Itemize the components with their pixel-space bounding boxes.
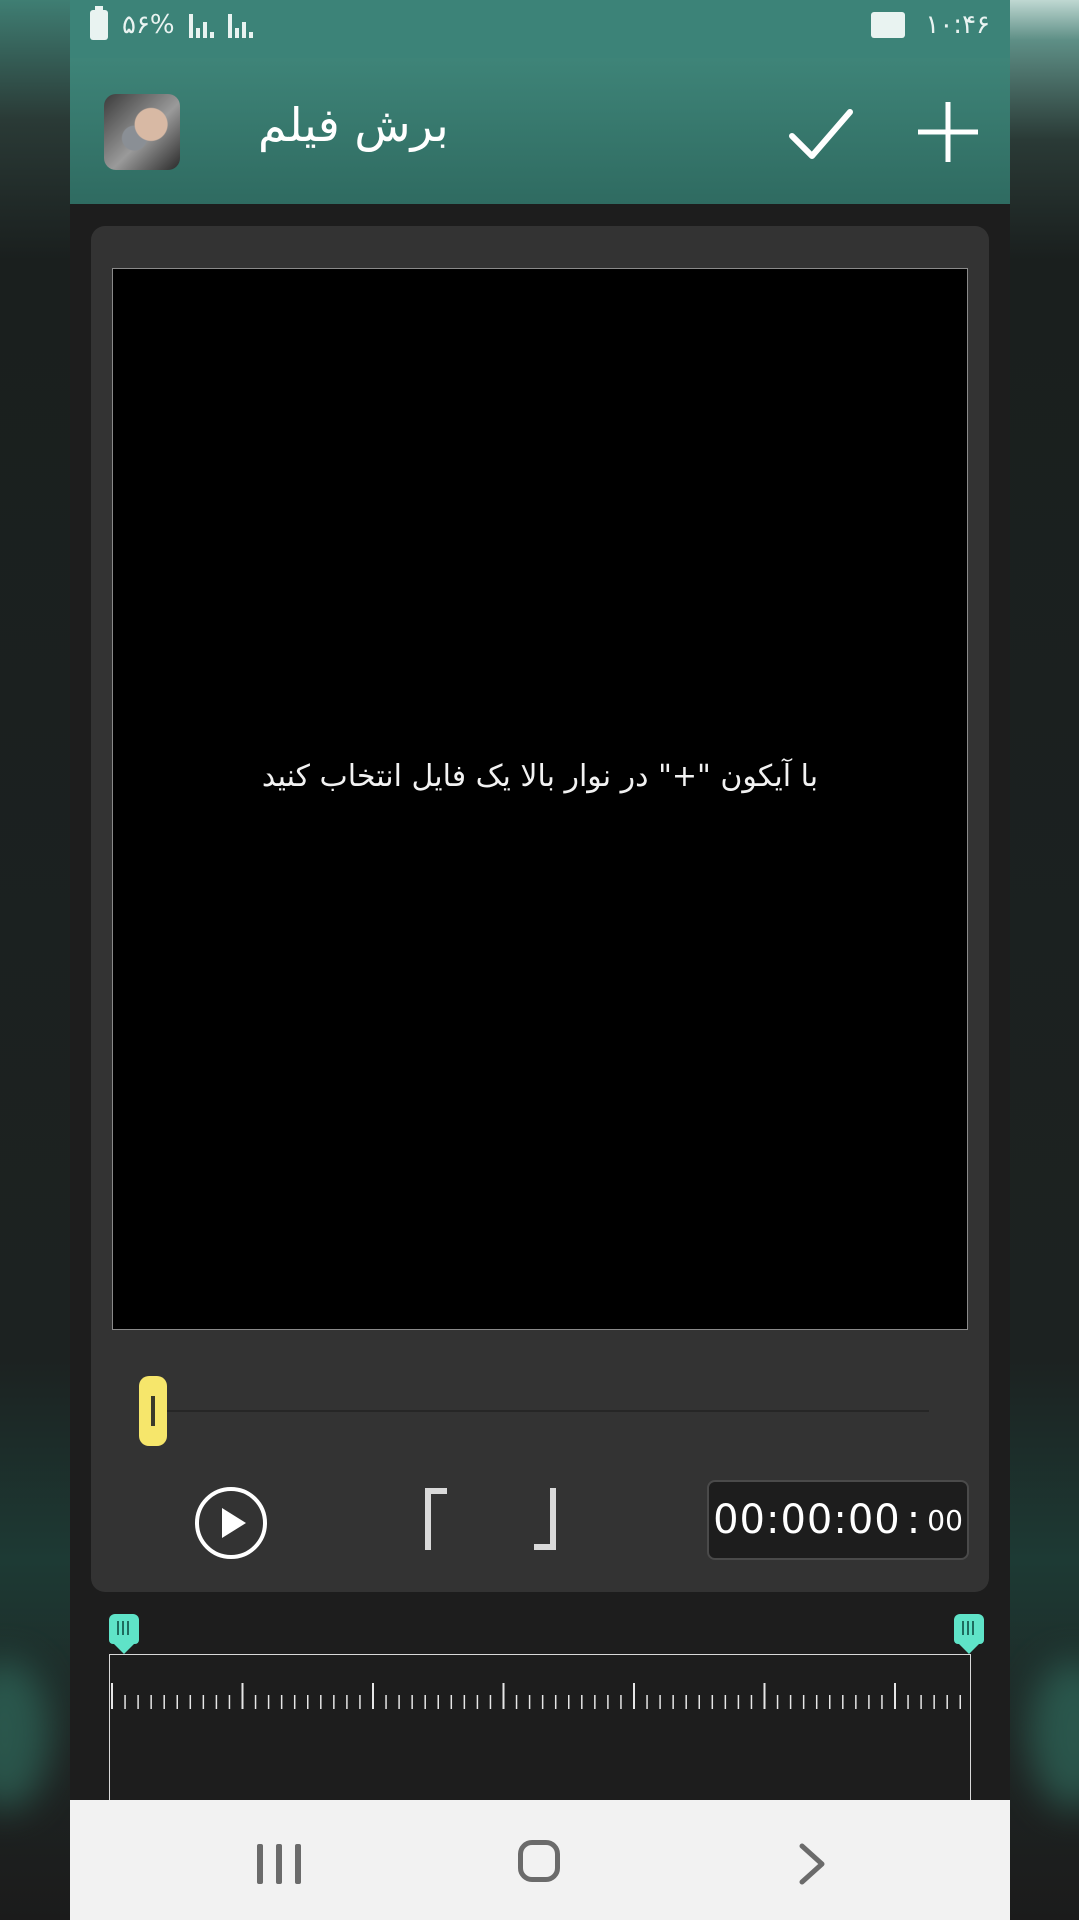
signal-icon	[227, 12, 253, 38]
check-icon	[789, 109, 853, 159]
timecode-display: 00:00:00 : 00	[707, 1480, 969, 1560]
seek-track[interactable]	[161, 1410, 929, 1412]
add-file-button[interactable]	[912, 96, 984, 168]
back-button[interactable]	[788, 1840, 836, 1888]
timecode-frames: 00	[927, 1503, 963, 1537]
chevron-right-icon	[799, 1843, 825, 1885]
trim-end-handle[interactable]	[954, 1614, 984, 1654]
trim-handle-grip-icon	[109, 1614, 139, 1644]
timecode-main: 00:00:00	[713, 1497, 901, 1543]
ruler-ticks	[111, 1683, 961, 1709]
backdrop-glow	[0, 1660, 50, 1810]
backdrop-left	[0, 0, 70, 1920]
confirm-button[interactable]	[784, 98, 856, 170]
editor-panel: با آیکون "+" در نوار بالا یک فایل انتخاب…	[91, 226, 989, 1592]
app-logo[interactable]	[104, 94, 180, 170]
sim-card-icon	[871, 12, 906, 38]
app-bar: برش فیلم	[70, 58, 1010, 204]
phone-screen: ۵۶% ۱۰:۴۶ برش فیلم با آیکون "+" در نوار …	[70, 0, 1010, 1920]
timecode-separator: :	[906, 1497, 922, 1543]
signal-icon	[188, 12, 214, 38]
clock: ۱۰:۴۶	[925, 10, 990, 40]
trim-handle-grip-icon	[954, 1614, 984, 1644]
video-preview[interactable]: با آیکون "+" در نوار بالا یک فایل انتخاب…	[112, 268, 968, 1330]
recent-apps-button[interactable]	[257, 1844, 301, 1884]
set-start-button[interactable]	[425, 1488, 449, 1550]
timeline-ruler[interactable]	[109, 1654, 971, 1801]
page-title: برش فیلم	[258, 98, 449, 152]
seek-handle[interactable]	[139, 1376, 167, 1446]
empty-hint: با آیکون "+" در نوار بالا یک فایل انتخاب…	[261, 759, 819, 794]
set-end-button[interactable]	[532, 1488, 556, 1550]
battery-percent: ۵۶%	[122, 10, 175, 40]
backdrop-glow	[1029, 1660, 1079, 1810]
system-nav-bar	[70, 1800, 1010, 1920]
home-button[interactable]	[518, 1840, 560, 1882]
status-bar: ۵۶% ۱۰:۴۶	[70, 0, 1010, 58]
trim-start-handle[interactable]	[109, 1614, 139, 1654]
plus-icon	[918, 102, 978, 162]
play-button[interactable]	[195, 1487, 267, 1559]
battery-icon	[90, 6, 108, 40]
backdrop-right	[1009, 0, 1079, 1920]
